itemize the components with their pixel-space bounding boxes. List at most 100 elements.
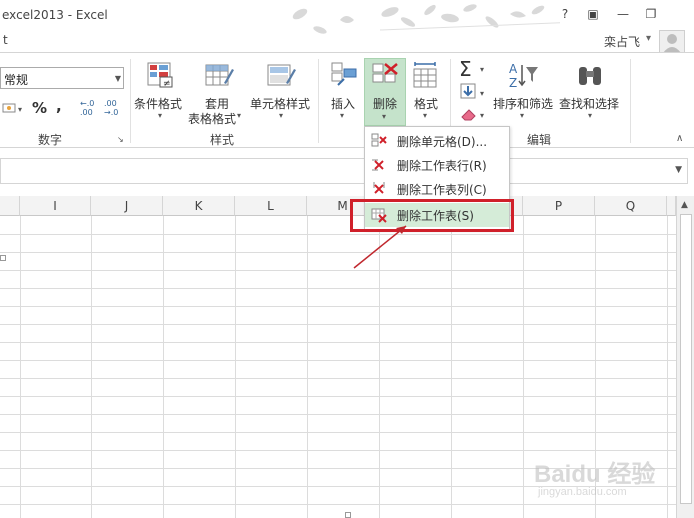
scroll-up-icon[interactable]: ▲ [681, 200, 688, 210]
column-header-left-partial[interactable] [0, 196, 20, 216]
format-caret-icon[interactable]: ▾ [423, 111, 427, 120]
sort-filter-icon: A Z [509, 62, 538, 90]
delete-cells-icon [372, 63, 398, 83]
group-separator [630, 59, 631, 143]
delete-columns-icon [373, 182, 385, 194]
conditional-format-button[interactable]: 条件格式 [134, 95, 182, 112]
collapse-ribbon-icon[interactable]: ∧ [676, 133, 683, 144]
currency-caret-icon[interactable]: ▾ [18, 105, 22, 114]
column-header[interactable]: P [523, 196, 595, 216]
column-header[interactable]: L [235, 196, 307, 216]
menu-item-delete-rows[interactable]: 删除工作表行(R) [365, 153, 509, 177]
avatar[interactable] [659, 30, 685, 54]
fill-caret-icon[interactable]: ▾ [480, 89, 484, 98]
row-gridline [0, 306, 676, 307]
tab-row: t 栾占飞 ▾ [0, 30, 694, 52]
user-name[interactable]: 栾占飞 [604, 33, 640, 50]
number-format-select[interactable]: 常规 ▼ [0, 67, 124, 89]
menu-item-delete-cells[interactable]: 删除单元格(D)... [365, 129, 509, 153]
row-gridline [0, 234, 676, 235]
column-gridline [20, 216, 21, 518]
percent-style-button[interactable]: % [32, 99, 47, 117]
menu-item-label: 删除工作表行(R) [397, 159, 487, 173]
ribbon-display-options-button[interactable]: ▣ [584, 6, 602, 22]
clear-eraser-icon[interactable] [460, 107, 478, 121]
insert-cells-icon [331, 62, 357, 86]
svg-text:Z: Z [509, 76, 517, 90]
ribbon: 常规 ▼ ▾ % , ←.0 .00 .00 →.0 数字 ↘ ≠ 条件格式 ▾… [0, 52, 694, 148]
group-separator [318, 59, 319, 143]
avatar-silhouette-icon [663, 34, 681, 53]
format-as-table-caret-icon[interactable]: ▾ [237, 111, 241, 120]
row-gridline [0, 378, 676, 379]
menu-item-delete-columns[interactable]: 删除工作表列(C) [365, 177, 509, 201]
row-gridline [0, 252, 676, 253]
format-button[interactable]: 格式 [414, 95, 438, 112]
group-label-styles: 样式 [210, 133, 235, 147]
group-separator [130, 59, 131, 143]
row-gridline [0, 288, 676, 289]
row-gridline [0, 414, 676, 415]
comma-style-button[interactable]: , [56, 97, 62, 115]
autosum-caret-icon[interactable]: ▾ [480, 65, 484, 74]
expand-formula-bar-icon[interactable]: ▼ [675, 165, 682, 175]
cell-styles-caret-icon[interactable]: ▾ [279, 111, 283, 120]
decrease-decimal-button[interactable]: .00 →.0 [104, 99, 126, 117]
format-cells-icon [413, 62, 437, 88]
column-gridline [163, 216, 164, 518]
delete-caret-icon: ▾ [382, 112, 387, 121]
currency-format-icon[interactable] [2, 100, 18, 116]
formula-bar: ▼ [0, 158, 694, 186]
cell-styles-button[interactable]: 单元格样式 [250, 95, 310, 112]
column-header[interactable]: Q [595, 196, 667, 216]
minimize-button[interactable]: — [614, 6, 632, 22]
sort-filter-button[interactable]: 排序和筛选 [493, 95, 553, 112]
group-label-number: 数字 [38, 133, 63, 147]
column-header[interactable]: J [91, 196, 163, 216]
svg-text:≠: ≠ [163, 79, 171, 89]
formula-input[interactable] [0, 158, 688, 184]
help-button[interactable]: ? [556, 6, 574, 22]
title-bar: excel2013 - Excel ? ▣ — ❐ [0, 0, 694, 34]
watermark-sub: jingyan.baidu.com [538, 486, 627, 498]
cell-styles-icon [267, 64, 296, 86]
restore-button[interactable]: ❐ [642, 6, 660, 22]
annotation-arrow-icon [353, 225, 407, 269]
menu-item-label: 删除单元格(D)... [397, 135, 488, 149]
delete-rows-icon [372, 159, 384, 171]
svg-text:A: A [509, 62, 518, 76]
find-select-caret-icon[interactable]: ▾ [588, 111, 592, 120]
chevron-down-icon: ▼ [114, 74, 121, 83]
baidu-watermark: Baidu 经验 jingyan.baidu.com [534, 454, 684, 506]
conditional-format-caret-icon[interactable]: ▾ [158, 111, 162, 120]
increase-decimal-button[interactable]: ←.0 .00 [80, 99, 102, 117]
tab-partial[interactable]: t [3, 33, 8, 47]
find-select-button[interactable]: 查找和选择 [559, 95, 619, 112]
clear-caret-icon[interactable]: ▾ [480, 111, 484, 120]
conditional-format-icon: ≠ [147, 62, 173, 89]
insert-caret-icon[interactable]: ▾ [340, 111, 344, 120]
row-gridline [0, 396, 676, 397]
find-binoculars-icon [579, 67, 601, 85]
autosum-icon[interactable]: Σ [459, 57, 472, 81]
column-header-right-partial[interactable] [667, 196, 676, 216]
delete-button-label: 删除 [373, 97, 398, 111]
delete-button[interactable]: 删除 ▾ [364, 58, 406, 126]
number-dialog-launcher-icon[interactable]: ↘ [117, 135, 124, 144]
row-gridline [0, 324, 676, 325]
column-header[interactable]: I [20, 196, 91, 216]
number-format-value: 常规 [4, 73, 29, 87]
column-header[interactable]: K [163, 196, 235, 216]
fill-icon[interactable] [460, 83, 476, 99]
menu-item-label: 删除工作表列(C) [397, 183, 487, 197]
format-as-table-button[interactable]: 表格格式 [188, 110, 236, 127]
row-gridline [0, 270, 676, 271]
window-title: excel2013 - Excel [2, 8, 108, 22]
sort-filter-caret-icon[interactable]: ▾ [520, 111, 524, 120]
column-gridline [91, 216, 92, 518]
user-caret-icon[interactable]: ▾ [646, 33, 651, 44]
column-gridline [451, 216, 452, 518]
column-gridline [307, 216, 308, 518]
insert-button[interactable]: 插入 [331, 95, 355, 112]
watermark-main: Baidu 经验 [534, 461, 656, 488]
